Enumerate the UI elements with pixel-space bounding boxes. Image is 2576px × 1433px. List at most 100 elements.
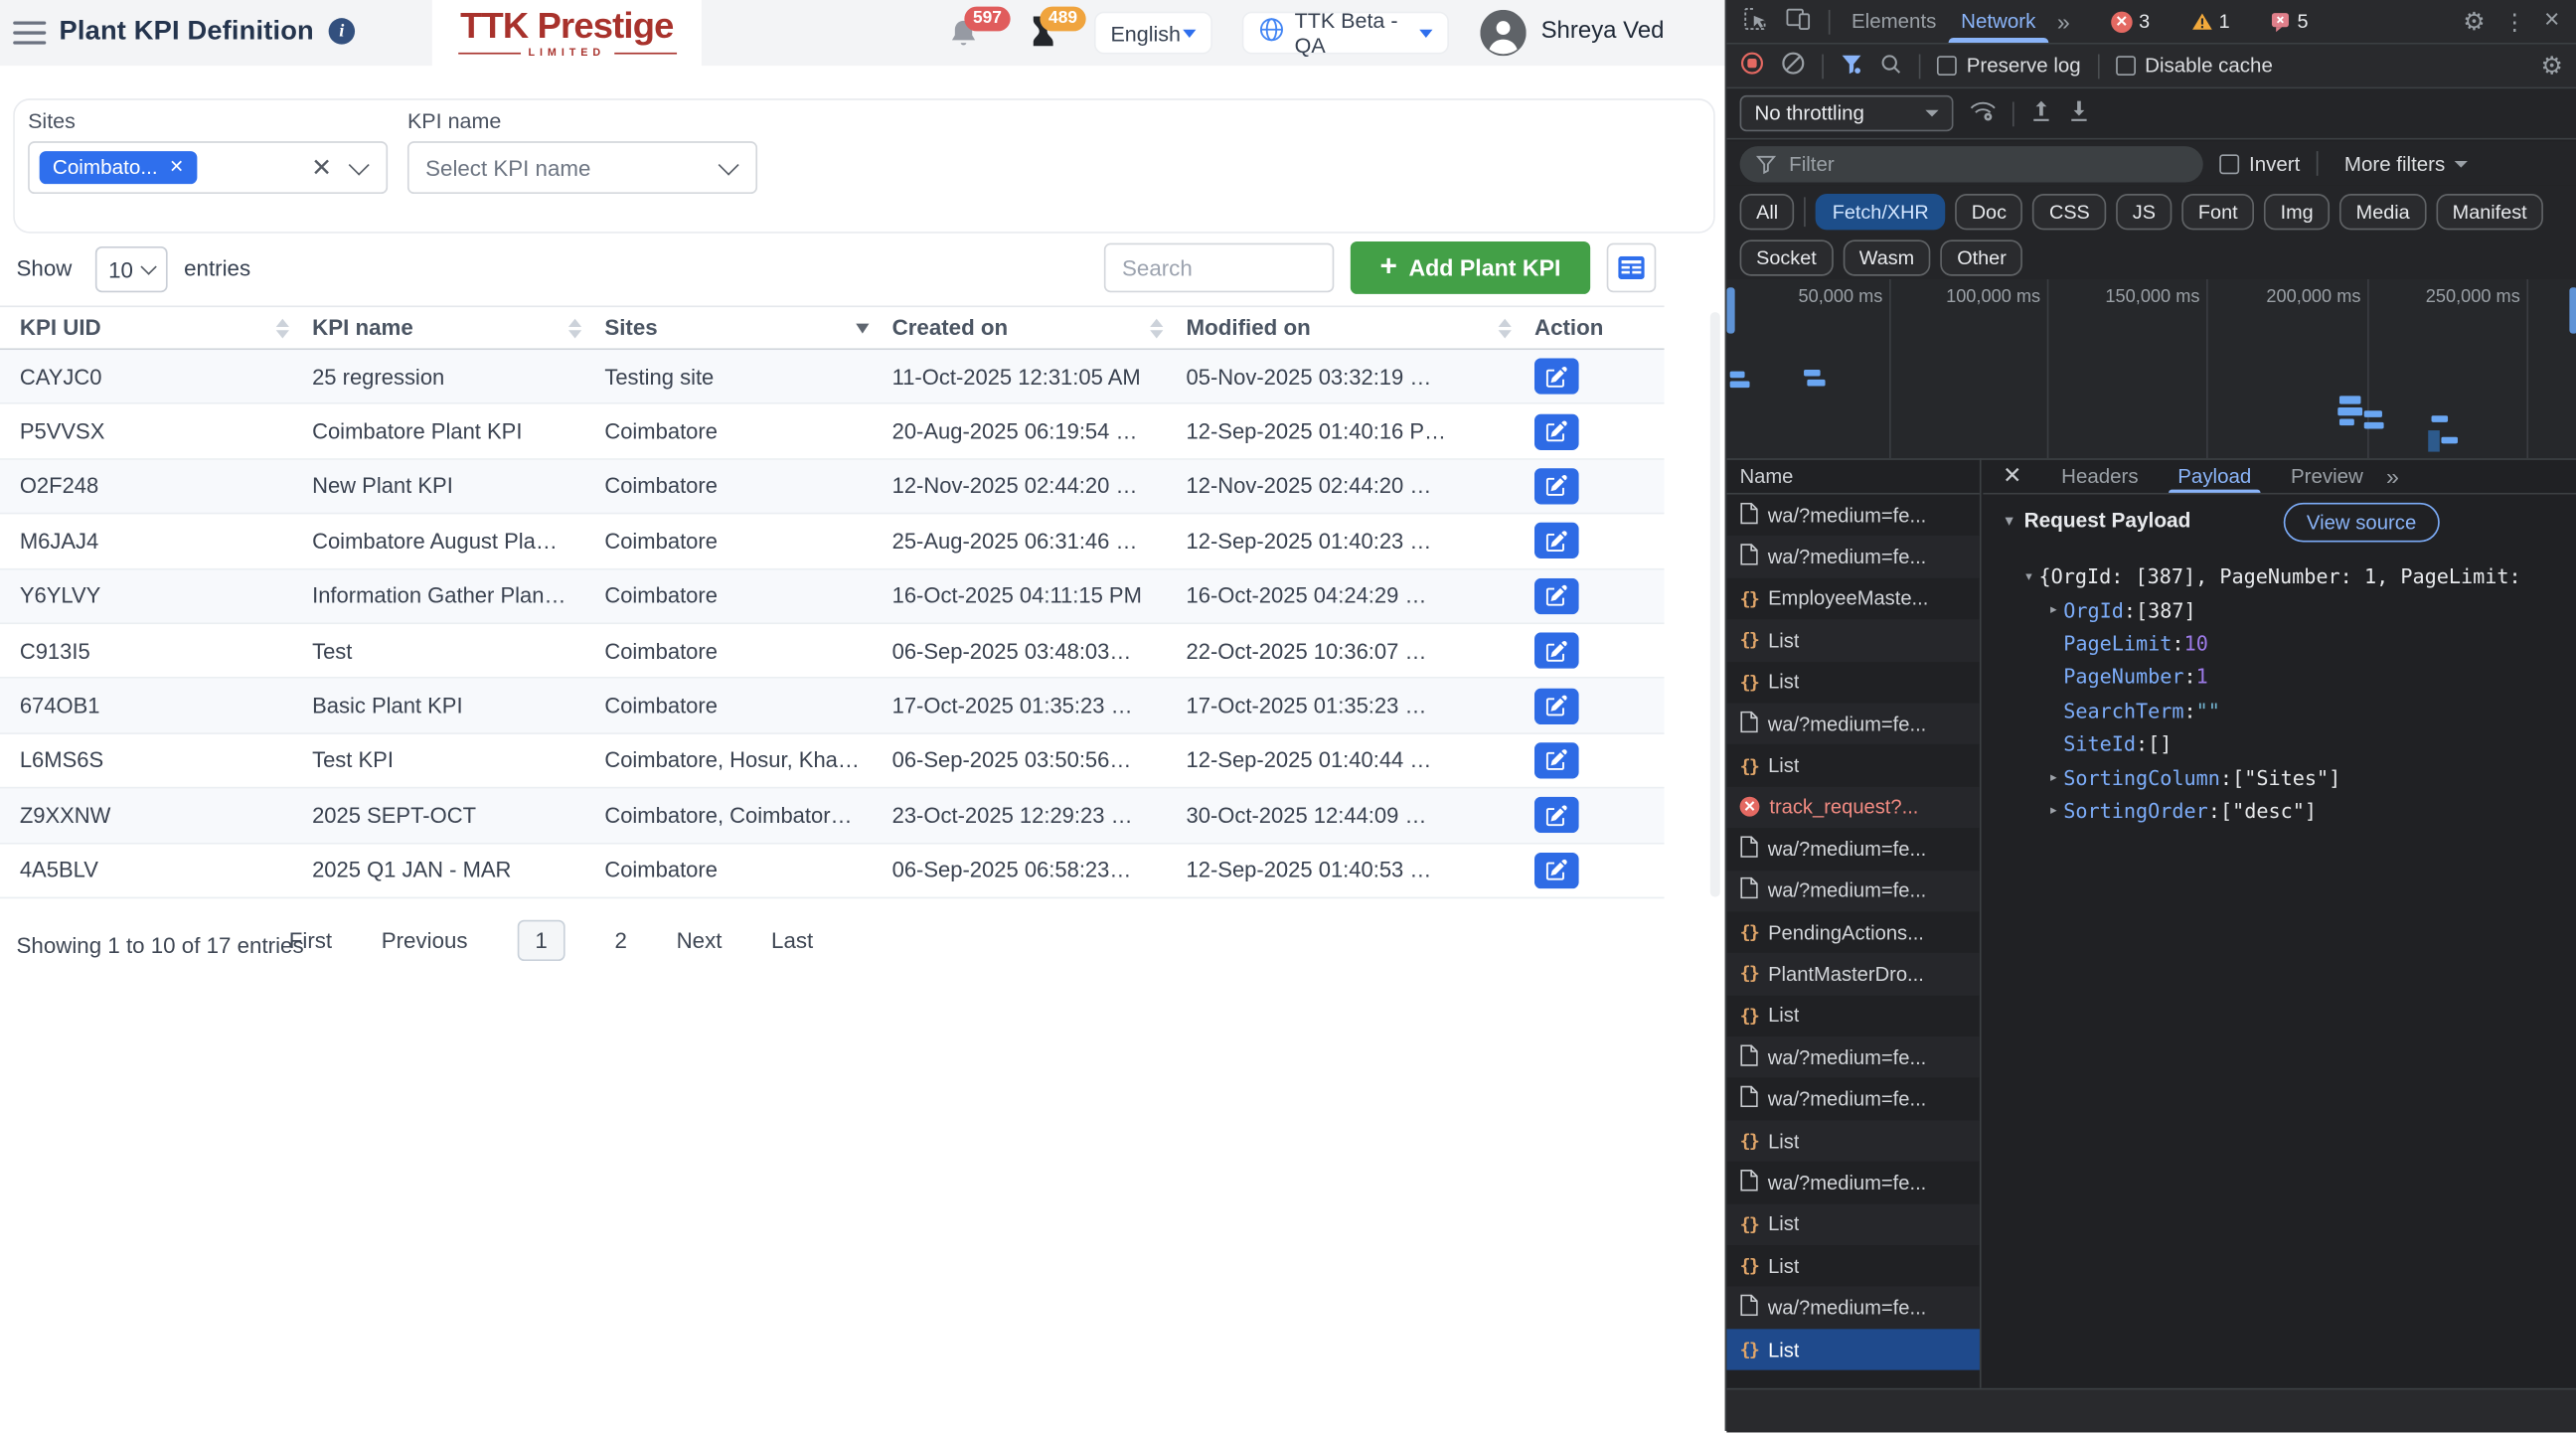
hamburger-menu-icon[interactable] — [13, 21, 46, 51]
filter-chip-media[interactable]: Media — [2339, 194, 2426, 230]
network-request-row[interactable]: wa/?medium=fe... — [1726, 495, 1980, 537]
close-devtools-icon[interactable]: × — [2544, 8, 2559, 34]
edit-kpi-button[interactable] — [1534, 468, 1579, 504]
edit-kpi-button[interactable] — [1534, 633, 1579, 669]
search-input[interactable] — [1104, 243, 1334, 293]
filter-chip-font[interactable]: Font — [2181, 194, 2254, 230]
network-request-row[interactable]: {}List — [1726, 1203, 1980, 1245]
tab-network[interactable]: Network — [1958, 0, 2039, 43]
filter-chip-doc[interactable]: Doc — [1955, 194, 2022, 230]
column-header-kpi-uid[interactable]: KPI UID — [20, 315, 312, 340]
column-header-created-on[interactable]: Created on — [892, 315, 1187, 340]
network-request-row[interactable]: wa/?medium=fe... — [1726, 1287, 1980, 1329]
network-request-row[interactable]: {}List — [1726, 995, 1980, 1036]
scrollbar[interactable] — [1710, 312, 1720, 896]
timeline-left-handle[interactable] — [1726, 287, 1734, 333]
avatar[interactable] — [1480, 10, 1526, 65]
selected-site-chip[interactable]: Coimbato... ✕ — [40, 151, 198, 184]
column-settings-button[interactable] — [1607, 243, 1657, 293]
more-detail-tabs-icon[interactable]: » — [2386, 462, 2399, 488]
kebab-menu-icon[interactable]: ⋮ — [2503, 10, 2526, 33]
kpi-name-select[interactable]: Select KPI name — [407, 141, 757, 194]
expand-caret-icon[interactable]: ▸ — [2043, 802, 2063, 820]
network-filter-field[interactable] — [1740, 145, 2203, 181]
more-tabs-icon[interactable]: » — [2057, 8, 2070, 34]
payload-entry-row[interactable]: PageLimit: 10 — [1983, 627, 2576, 661]
sites-multiselect[interactable]: Coimbato... ✕ ✕ — [28, 141, 388, 194]
network-request-row[interactable]: {}EmployeeMaste... — [1726, 578, 1980, 620]
filter-chip-wasm[interactable]: Wasm — [1843, 239, 1931, 275]
sort-icon[interactable] — [568, 318, 581, 338]
chevron-down-icon[interactable] — [719, 154, 739, 175]
invert-checkbox[interactable]: Invert — [2219, 152, 2300, 175]
network-request-row[interactable]: ✕track_request?... — [1726, 786, 1980, 828]
timeline-right-handle[interactable] — [2569, 287, 2576, 333]
network-request-row[interactable]: wa/?medium=fe... — [1726, 703, 1980, 744]
console-warnings-badge[interactable]: 1 — [2191, 10, 2230, 33]
tab-payload[interactable]: Payload — [2162, 458, 2268, 493]
edit-kpi-button[interactable] — [1534, 413, 1579, 449]
filter-chip-js[interactable]: JS — [2116, 194, 2172, 230]
filter-chip-other[interactable]: Other — [1941, 239, 2023, 275]
pagination-first[interactable]: First — [289, 928, 332, 953]
collapse-caret-icon[interactable]: ▾ — [2000, 512, 2019, 530]
network-request-row[interactable]: wa/?medium=fe... — [1726, 870, 1980, 911]
edit-kpi-button[interactable] — [1534, 359, 1579, 395]
collapse-caret-icon[interactable]: ▾ — [2019, 567, 2039, 585]
request-list-header[interactable]: Name — [1726, 458, 1980, 494]
column-header-kpi-name[interactable]: KPI name — [312, 315, 604, 340]
pagination-previous[interactable]: Previous — [382, 928, 468, 953]
issues-badge[interactable]: 5 — [2271, 10, 2309, 33]
edit-kpi-button[interactable] — [1534, 797, 1579, 833]
environment-selector[interactable]: TTK Beta - QA — [1242, 12, 1449, 55]
network-request-row[interactable]: {}PlantMasterDro... — [1726, 953, 1980, 995]
pagination-2[interactable]: 2 — [615, 928, 627, 953]
network-settings-gear-icon[interactable]: ⚙ — [2541, 54, 2563, 79]
search-icon[interactable] — [1879, 53, 1902, 80]
edit-kpi-button[interactable] — [1534, 742, 1579, 778]
settings-gear-icon[interactable]: ⚙ — [2463, 9, 2485, 34]
tab-elements[interactable]: Elements — [1849, 0, 1940, 43]
network-request-row[interactable]: wa/?medium=fe... — [1726, 1162, 1980, 1203]
import-har-icon[interactable] — [2030, 99, 2051, 128]
sort-icon[interactable] — [276, 318, 289, 338]
page-size-select[interactable]: 10 — [95, 246, 168, 292]
tab-headers[interactable]: Headers — [2045, 458, 2155, 493]
pagination-1[interactable]: 1 — [517, 920, 565, 961]
network-request-row[interactable]: {}List — [1726, 619, 1980, 661]
preserve-log-checkbox[interactable]: Preserve log — [1937, 55, 2081, 78]
network-request-row[interactable]: {}List — [1726, 1120, 1980, 1162]
chevron-down-icon[interactable] — [349, 154, 370, 175]
inspect-element-icon[interactable] — [1743, 7, 1768, 36]
network-request-row[interactable]: {}List — [1726, 744, 1980, 786]
view-source-button[interactable]: View source — [2284, 503, 2440, 543]
network-request-row[interactable]: wa/?medium=fe... — [1726, 828, 1980, 870]
network-request-row[interactable]: wa/?medium=fe... — [1726, 537, 1980, 578]
expand-caret-icon[interactable]: ▸ — [2043, 769, 2063, 787]
tab-preview[interactable]: Preview — [2274, 458, 2379, 493]
info-icon[interactable]: i — [329, 18, 355, 44]
payload-entry-row[interactable]: ▸SortingColumn: ["Sites"] — [1983, 761, 2576, 795]
filter-chip-socket[interactable]: Socket — [1740, 239, 1834, 275]
payload-entry-row[interactable]: ▸OrgId: [387] — [1983, 593, 2576, 627]
clear-selection-icon[interactable]: ✕ — [311, 153, 332, 183]
network-conditions-icon[interactable] — [1970, 100, 1996, 127]
column-header-sites[interactable]: Sites — [604, 315, 891, 340]
filter-chip-fetch-xhr[interactable]: Fetch/XHR — [1816, 194, 1945, 230]
pagination-next[interactable]: Next — [677, 928, 723, 953]
sort-icon[interactable] — [1499, 318, 1512, 338]
column-header-modified-on[interactable]: Modified on — [1187, 315, 1534, 340]
export-har-icon[interactable] — [2068, 99, 2089, 128]
more-filters-dropdown[interactable]: More filters — [2344, 152, 2468, 175]
payload-entry-row[interactable]: SiteId: [] — [1983, 727, 2576, 761]
filter-chip-img[interactable]: Img — [2264, 194, 2330, 230]
edit-kpi-button[interactable] — [1534, 852, 1579, 887]
network-request-row[interactable]: wa/?medium=fe... — [1726, 1036, 1980, 1078]
pagination-last[interactable]: Last — [771, 928, 813, 953]
payload-entry-row[interactable]: PageNumber: 1 — [1983, 661, 2576, 695]
network-request-row[interactable]: {}List — [1726, 661, 1980, 703]
expand-caret-icon[interactable]: ▸ — [2043, 601, 2063, 619]
filter-chip-manifest[interactable]: Manifest — [2436, 194, 2543, 230]
payload-entry-row[interactable]: ▸SortingOrder: ["desc"] — [1983, 795, 2576, 829]
network-filter-input[interactable] — [1786, 150, 2121, 176]
